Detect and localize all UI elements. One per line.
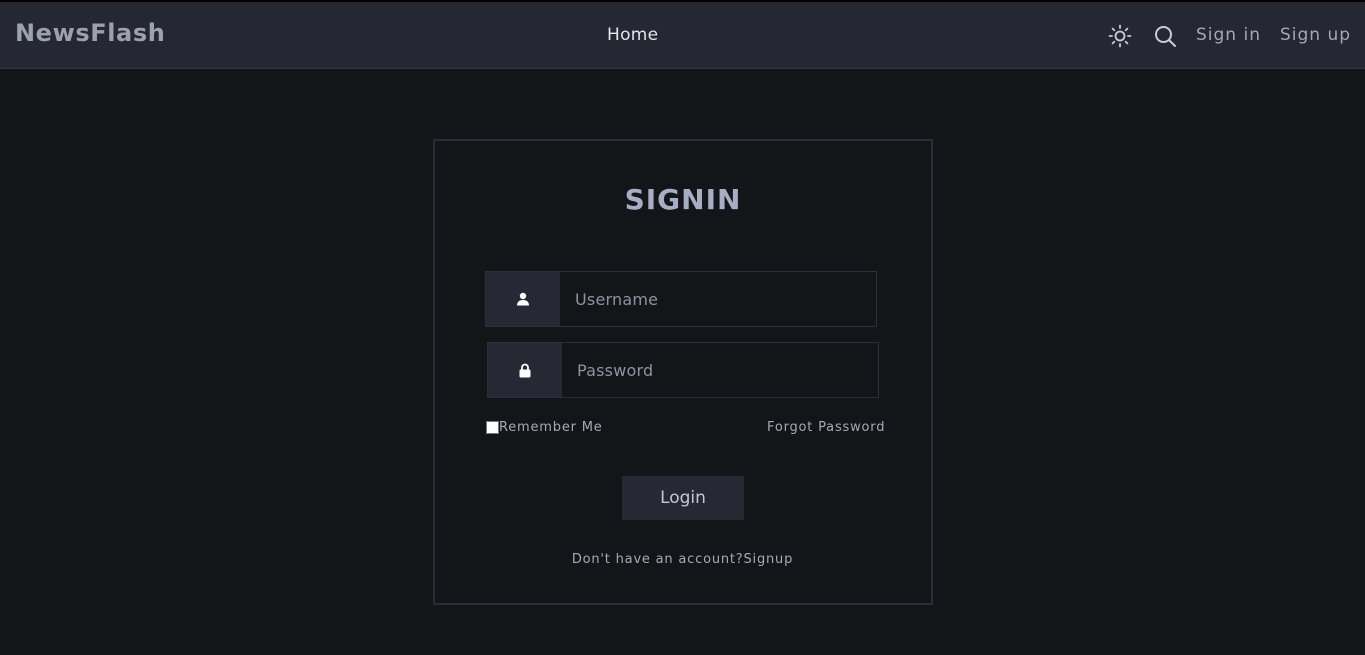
remember-me-checkbox[interactable]: [486, 421, 499, 434]
login-button[interactable]: Login: [622, 476, 744, 520]
username-field[interactable]: Username: [485, 271, 877, 327]
sun-icon[interactable]: [1108, 24, 1132, 48]
nav-signup-link[interactable]: Sign up: [1280, 25, 1351, 45]
lock-icon: [488, 343, 562, 397]
signup-prompt: Don't have an account?Signup: [0, 552, 1365, 567]
signin-title: SIGNIN: [624, 183, 742, 216]
nav-home-link[interactable]: Home: [607, 25, 658, 45]
user-icon: [486, 272, 560, 326]
remember-me-label[interactable]: Remember Me: [499, 420, 603, 435]
nav-signin-link[interactable]: Sign in: [1196, 25, 1261, 45]
search-icon[interactable]: [1153, 24, 1177, 48]
username-input[interactable]: Username: [575, 272, 658, 326]
no-account-text: Don't have an account?: [571, 552, 744, 567]
navbar: NewsFlash Home Sign in Sign up: [0, 2, 1365, 69]
password-field[interactable]: Password: [487, 342, 879, 398]
signup-link[interactable]: Signup: [744, 552, 794, 567]
brand-logo[interactable]: NewsFlash: [15, 19, 165, 47]
forgot-password-link[interactable]: Forgot Password: [767, 420, 885, 435]
password-input[interactable]: Password: [577, 343, 653, 397]
